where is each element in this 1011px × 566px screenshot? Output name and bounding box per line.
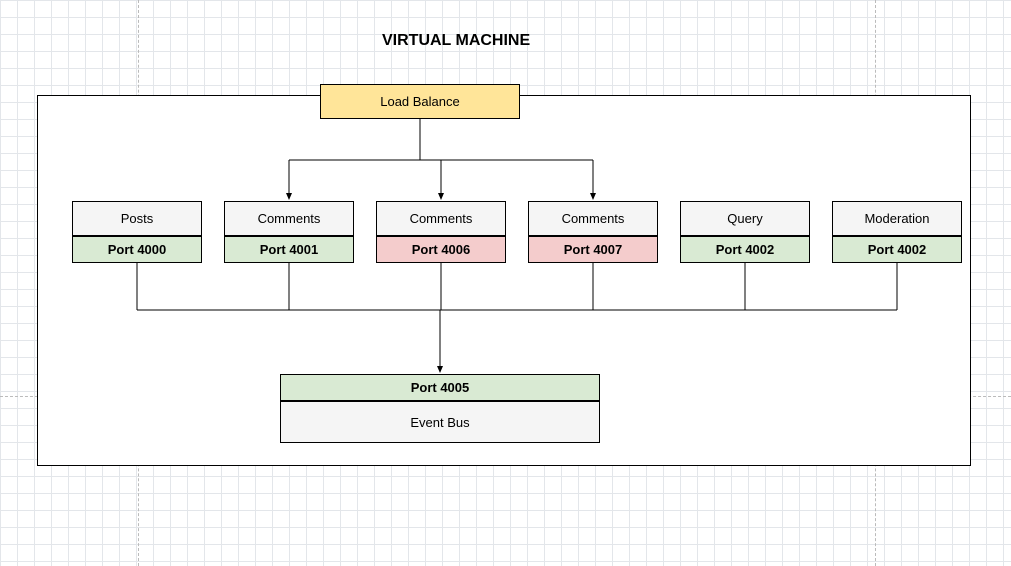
service-node-comments-2: Comments bbox=[376, 201, 506, 236]
service-port-label: Port 4001 bbox=[260, 242, 319, 257]
service-port-comments-3: Port 4007 bbox=[528, 236, 658, 263]
service-port-comments-1: Port 4001 bbox=[224, 236, 354, 263]
event-bus-label: Event Bus bbox=[410, 415, 469, 430]
service-port-moderation: Port 4002 bbox=[832, 236, 962, 263]
load-balancer-node: Load Balance bbox=[320, 84, 520, 119]
event-bus-port: Port 4005 bbox=[280, 374, 600, 401]
service-node-comments-1: Comments bbox=[224, 201, 354, 236]
service-label: Comments bbox=[410, 211, 473, 226]
service-node-query: Query bbox=[680, 201, 810, 236]
service-label: Moderation bbox=[864, 211, 929, 226]
diagram-title: VIRTUAL MACHINE bbox=[382, 32, 530, 50]
service-node-comments-3: Comments bbox=[528, 201, 658, 236]
service-port-posts: Port 4000 bbox=[72, 236, 202, 263]
service-port-label: Port 4007 bbox=[564, 242, 623, 257]
service-label: Query bbox=[727, 211, 762, 226]
service-port-label: Port 4006 bbox=[412, 242, 471, 257]
service-label: Comments bbox=[258, 211, 321, 226]
service-node-moderation: Moderation bbox=[832, 201, 962, 236]
service-port-comments-2: Port 4006 bbox=[376, 236, 506, 263]
service-port-label: Port 4002 bbox=[716, 242, 775, 257]
service-port-label: Port 4002 bbox=[868, 242, 927, 257]
service-port-label: Port 4000 bbox=[108, 242, 167, 257]
load-balancer-label: Load Balance bbox=[380, 94, 460, 109]
service-node-posts: Posts bbox=[72, 201, 202, 236]
service-label: Comments bbox=[562, 211, 625, 226]
event-bus-port-label: Port 4005 bbox=[411, 380, 470, 395]
service-label: Posts bbox=[121, 211, 154, 226]
event-bus-node: Event Bus bbox=[280, 401, 600, 443]
service-port-query: Port 4002 bbox=[680, 236, 810, 263]
